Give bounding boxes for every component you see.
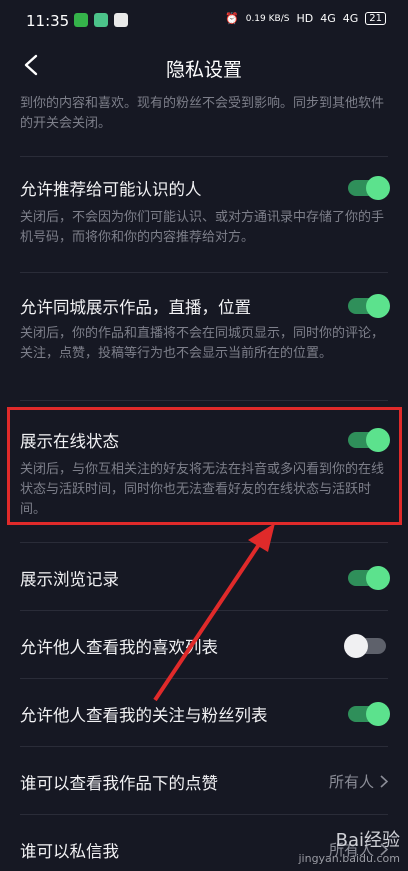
setting-title: 允许他人查看我的关注与粉丝列表: [20, 706, 268, 725]
status-indicators: ⏰ 0.19 KB/S HD 4G 4G 21: [225, 12, 386, 25]
wechat-notification-icon: [74, 13, 88, 27]
toggle-knob: [366, 294, 390, 318]
page-title: 隐私设置: [165, 59, 242, 81]
watermark-brand: Bai经验: [335, 830, 400, 851]
signal-1: 4G: [320, 12, 336, 25]
watermark-url: jingyan.baidu.com: [298, 852, 400, 865]
browsing-history-toggle[interactable]: [348, 566, 390, 590]
chevron-right-icon: [380, 775, 388, 788]
divider: [20, 542, 388, 543]
same-city-toggle[interactable]: [348, 294, 390, 318]
toggle-knob: [344, 634, 368, 658]
divider: [20, 400, 388, 401]
app-notification-icon: [94, 13, 108, 27]
setting-browsing-history: 展示浏览记录: [20, 566, 390, 596]
divider: [20, 746, 388, 747]
setting-title: 谁可以查看我作品下的点赞: [20, 774, 218, 793]
setting-title: 谁可以私信我: [20, 842, 119, 861]
toggle-knob: [366, 702, 390, 726]
network-speed: 0.19 KB/S: [245, 13, 290, 24]
divider: [20, 610, 388, 611]
setting-likes-list: 允许他人查看我的喜欢列表: [20, 634, 388, 664]
setting-description: 关闭后，不会因为你们可能认识、或对方通讯录中存储了你的手机号码，而将你和你的内容…: [20, 210, 385, 245]
setting-title: 允许他人查看我的喜欢列表: [20, 638, 218, 657]
setting-who-can-see-likes[interactable]: 谁可以查看我作品下的点赞 所有人: [20, 770, 388, 800]
nav-bar: 隐私设置: [0, 44, 408, 90]
setting-value: 所有人: [329, 771, 388, 792]
divider: [20, 156, 388, 157]
setting-description: 关闭后，你的作品和直播将不会在同城页显示，同时你的评论，关注，点赞，投稿等行为也…: [20, 326, 385, 361]
alarm-icon: ⏰: [225, 12, 239, 25]
recommend-toggle[interactable]: [348, 176, 390, 200]
baidu-watermark: Bai经验 jingyan.baidu.com: [298, 826, 400, 865]
setting-follow-fans-list: 允许他人查看我的关注与粉丝列表: [20, 702, 390, 732]
intro-description: 到你的内容和喜欢。现有的粉丝不会受到影响。同步到其他软件的开关会关闭。: [20, 96, 385, 131]
divider: [20, 678, 388, 679]
divider: [20, 272, 388, 273]
likes-list-toggle[interactable]: [344, 634, 386, 658]
status-bar: 11:35 ⏰ 0.19 KB/S HD 4G 4G 21: [0, 0, 408, 44]
signal-2: 4G: [342, 12, 359, 25]
value-text: 所有人: [328, 773, 374, 791]
highlight-box: [7, 407, 402, 525]
toggle-knob: [366, 176, 390, 200]
setting-title: 允许同城展示作品，直播，位置: [20, 298, 251, 317]
toggle-knob: [366, 566, 390, 590]
divider: [20, 814, 388, 815]
hd-indicator: HD: [296, 12, 314, 25]
follow-fans-toggle[interactable]: [348, 702, 390, 726]
setting-recommend-to-acquaintances: 允许推荐给可能认识的人 关闭后，不会因为你们可能认识、或对方通讯录中存储了你的手…: [20, 176, 390, 256]
setting-same-city-display: 允许同城展示作品，直播，位置 关闭后，你的作品和直播将不会在同城页显示，同时你的…: [20, 294, 390, 394]
maps-notification-icon: [114, 13, 128, 27]
setting-title: 展示浏览记录: [20, 570, 119, 589]
status-time: 11:35: [26, 12, 70, 30]
setting-title: 允许推荐给可能认识的人: [20, 180, 202, 199]
battery-indicator: 21: [365, 12, 386, 25]
